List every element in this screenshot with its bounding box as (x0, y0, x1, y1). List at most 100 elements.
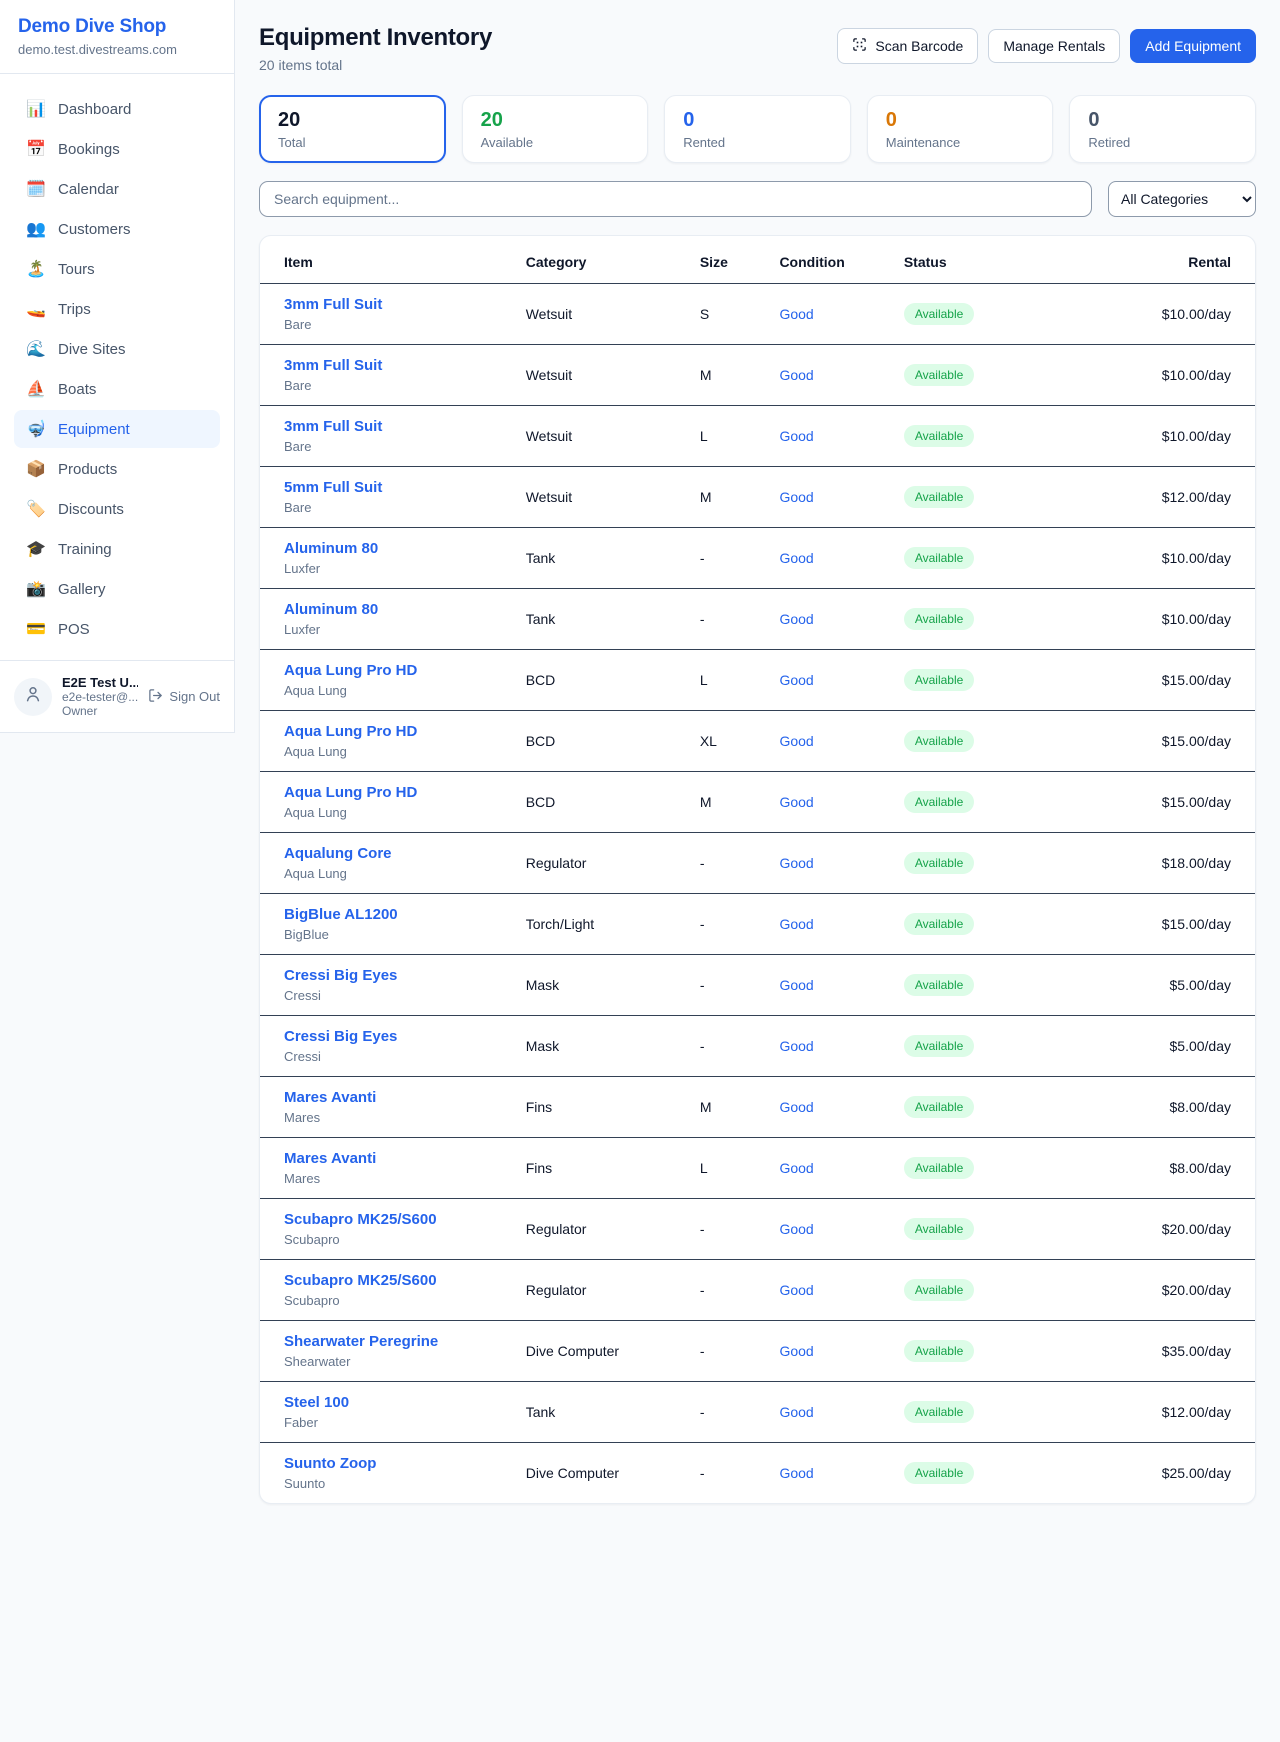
item-name-link[interactable]: Shearwater Peregrine (284, 1333, 438, 1350)
condition-link[interactable]: Good (779, 794, 813, 810)
sidebar-item-discounts[interactable]: 🏷️ Discounts (14, 490, 220, 528)
item-size: - (688, 589, 768, 650)
sidebar-item-equipment[interactable]: 🤿 Equipment (14, 410, 220, 448)
item-brand: Bare (284, 439, 502, 454)
item-name-link[interactable]: Aqua Lung Pro HD (284, 662, 417, 679)
sign-out-button[interactable]: Sign Out (148, 688, 220, 706)
table-row: 3mm Full Suit Bare Wetsuit M Good Availa… (260, 345, 1255, 406)
sidebar-item-dashboard[interactable]: 📊 Dashboard (14, 90, 220, 128)
condition-link[interactable]: Good (779, 306, 813, 322)
sidebar-item-dive-sites[interactable]: 🌊 Dive Sites (14, 330, 220, 368)
barcode-scan-icon (852, 37, 867, 55)
condition-link[interactable]: Good (779, 1465, 813, 1481)
sidebar-item-pos[interactable]: 💳 POS (14, 610, 220, 648)
item-brand: Bare (284, 378, 502, 393)
search-input[interactable] (259, 181, 1092, 217)
rental-rate: $5.00/day (1081, 955, 1255, 1016)
category-filter[interactable]: All Categories (1108, 181, 1256, 217)
item-name-link[interactable]: 3mm Full Suit (284, 296, 382, 313)
item-category: Torch/Light (514, 894, 688, 955)
item-size: - (688, 1443, 768, 1504)
training-icon: 🎓 (26, 539, 46, 559)
status-badge: Available (904, 1340, 974, 1362)
condition-link[interactable]: Good (779, 1038, 813, 1054)
item-brand: Suunto (284, 1476, 502, 1491)
scan-barcode-label: Scan Barcode (875, 38, 963, 54)
manage-rentals-button[interactable]: Manage Rentals (988, 29, 1120, 63)
stat-card[interactable]: 0 Maintenance (867, 95, 1054, 163)
item-name-link[interactable]: Aluminum 80 (284, 601, 378, 618)
condition-link[interactable]: Good (779, 1160, 813, 1176)
table-row: Aqua Lung Pro HD Aqua Lung BCD M Good Av… (260, 772, 1255, 833)
item-name-link[interactable]: Aqua Lung Pro HD (284, 723, 417, 740)
condition-link[interactable]: Good (779, 1221, 813, 1237)
sidebar-item-gallery[interactable]: 📸 Gallery (14, 570, 220, 608)
sidebar-item-trips[interactable]: 🚤 Trips (14, 290, 220, 328)
item-name-link[interactable]: Aluminum 80 (284, 540, 378, 557)
rental-rate: $25.00/day (1081, 1443, 1255, 1504)
item-name-link[interactable]: 3mm Full Suit (284, 418, 382, 435)
item-name-link[interactable]: Aqualung Core (284, 845, 392, 862)
condition-link[interactable]: Good (779, 1404, 813, 1420)
table-header-row: Item Category Size Condition Status Rent… (260, 236, 1255, 284)
condition-link[interactable]: Good (779, 1343, 813, 1359)
stat-card[interactable]: 0 Rented (664, 95, 851, 163)
sidebar-item-boats[interactable]: ⛵ Boats (14, 370, 220, 408)
item-brand: Scubapro (284, 1293, 502, 1308)
condition-link[interactable]: Good (779, 550, 813, 566)
item-brand: BigBlue (284, 927, 502, 942)
item-name-link[interactable]: 5mm Full Suit (284, 479, 382, 496)
item-name-link[interactable]: Scubapro MK25/S600 (284, 1211, 437, 1228)
condition-link[interactable]: Good (779, 1099, 813, 1115)
stat-card[interactable]: 0 Retired (1069, 95, 1256, 163)
item-size: - (688, 1382, 768, 1443)
item-name-link[interactable]: 3mm Full Suit (284, 357, 382, 374)
item-name-link[interactable]: Cressi Big Eyes (284, 967, 397, 984)
rental-rate: $18.00/day (1081, 833, 1255, 894)
sidebar-item-customers[interactable]: 👥 Customers (14, 210, 220, 248)
stat-label: Maintenance (886, 135, 1035, 150)
sidebar-item-bookings[interactable]: 📅 Bookings (14, 130, 220, 168)
item-size: - (688, 1016, 768, 1077)
status-badge: Available (904, 1401, 974, 1423)
boats-icon: ⛵ (26, 379, 46, 399)
add-equipment-button[interactable]: Add Equipment (1130, 29, 1256, 63)
condition-link[interactable]: Good (779, 916, 813, 932)
condition-link[interactable]: Good (779, 672, 813, 688)
status-badge: Available (904, 1157, 974, 1179)
item-size: M (688, 772, 768, 833)
item-name-link[interactable]: Mares Avanti (284, 1150, 376, 1167)
condition-link[interactable]: Good (779, 977, 813, 993)
user-name: E2E Test U... (62, 675, 138, 690)
sidebar-item-tours[interactable]: 🏝️ Tours (14, 250, 220, 288)
item-name-link[interactable]: Scubapro MK25/S600 (284, 1272, 437, 1289)
item-name-link[interactable]: Aqua Lung Pro HD (284, 784, 417, 801)
item-name-link[interactable]: Mares Avanti (284, 1089, 376, 1106)
status-badge: Available (904, 669, 974, 691)
sidebar-item-label: Tours (58, 261, 95, 278)
condition-link[interactable]: Good (779, 733, 813, 749)
header-actions: Scan Barcode Manage Rentals Add Equipmen… (837, 28, 1256, 64)
condition-link[interactable]: Good (779, 611, 813, 627)
rental-rate: $35.00/day (1081, 1321, 1255, 1382)
sidebar-item-training[interactable]: 🎓 Training (14, 530, 220, 568)
stat-card[interactable]: 20 Available (462, 95, 649, 163)
item-name-link[interactable]: Cressi Big Eyes (284, 1028, 397, 1045)
item-category: Regulator (514, 1199, 688, 1260)
sidebar-item-calendar[interactable]: 🗓️ Calendar (14, 170, 220, 208)
item-name-link[interactable]: Suunto Zoop (284, 1455, 376, 1472)
condition-link[interactable]: Good (779, 428, 813, 444)
condition-link[interactable]: Good (779, 489, 813, 505)
item-name-link[interactable]: BigBlue AL1200 (284, 906, 398, 923)
item-size: XL (688, 711, 768, 772)
table-row: Mares Avanti Mares Fins M Good Available… (260, 1077, 1255, 1138)
condition-link[interactable]: Good (779, 367, 813, 383)
item-name-link[interactable]: Steel 100 (284, 1394, 349, 1411)
item-size: L (688, 406, 768, 467)
condition-link[interactable]: Good (779, 855, 813, 871)
item-brand: Aqua Lung (284, 683, 502, 698)
stat-card[interactable]: 20 Total (259, 95, 446, 163)
condition-link[interactable]: Good (779, 1282, 813, 1298)
scan-barcode-button[interactable]: Scan Barcode (837, 28, 978, 64)
sidebar-item-products[interactable]: 📦 Products (14, 450, 220, 488)
